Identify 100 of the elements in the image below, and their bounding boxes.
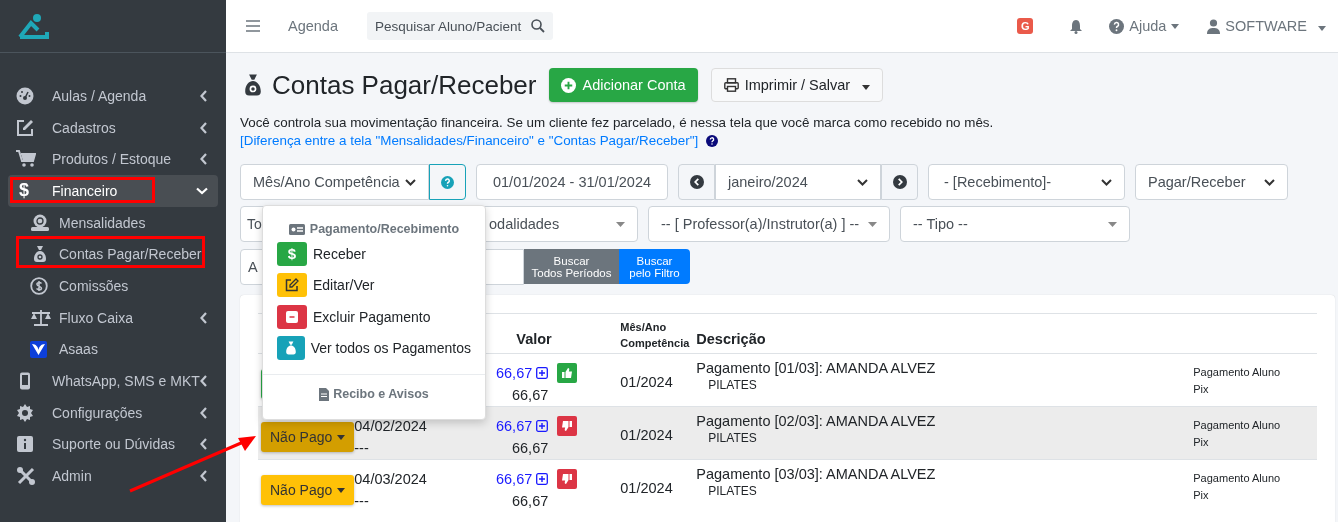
- dashboard-icon: [16, 86, 34, 105]
- caret-icon: [1318, 26, 1326, 31]
- dollar-icon: $: [16, 180, 29, 202]
- payment-note: Pagamento Aluno: [1193, 472, 1281, 484]
- caret-icon: [337, 487, 346, 493]
- amount-link[interactable]: 66,67: [496, 362, 533, 384]
- sidebar-item[interactable]: Asaas: [8, 333, 218, 366]
- caret-icon: [862, 85, 871, 90]
- competence-text: 01/2024: [620, 479, 674, 496]
- printer-icon: [723, 78, 739, 92]
- date-text: 04/03/2024: [354, 471, 427, 487]
- previous-button[interactable]: [678, 164, 715, 200]
- plus-circle-icon: [561, 77, 577, 93]
- thumbs-down-icon[interactable]: [557, 469, 578, 489]
- column-header: Mês/Ano Competência: [620, 313, 697, 354]
- amount-text: 66,67: [512, 492, 549, 511]
- sidebar-item[interactable]: Suporte ou Dúvidas: [8, 428, 218, 461]
- document-icon: [319, 387, 330, 401]
- user-menu[interactable]: SOFTWARE: [1207, 18, 1326, 34]
- chevron-down-icon: [1264, 178, 1275, 186]
- receipt-select[interactable]: - [Recebimento]-: [928, 164, 1125, 200]
- sidebar-item[interactable]: Mensalidades: [8, 206, 218, 239]
- chevron-left-icon: [689, 175, 704, 189]
- sidebar-item[interactable]: Fluxo Caixa: [8, 301, 218, 334]
- search-field[interactable]: Pesquisar Aluno/Pacient: [367, 12, 553, 40]
- sidebar-item[interactable]: Comissões: [8, 270, 218, 302]
- bell-icon[interactable]: [1069, 18, 1084, 34]
- date-range-field[interactable]: 01/01/2024 - 31/01/2024: [476, 164, 668, 200]
- thumbs-up-icon[interactable]: [557, 363, 578, 383]
- search-all-button[interactable]: Buscar Todos Períodos: [524, 249, 619, 284]
- payment-note: Pagamento Aluno: [1193, 366, 1281, 378]
- status-button[interactable]: Não Pago: [261, 475, 355, 505]
- instructor-select[interactable]: -- [ Professor(a)/Instrutor(a) ] --: [648, 206, 890, 242]
- description-text: Pagamento [01/03]: AMANDA ALVEZ: [696, 360, 936, 376]
- help-link[interactable]: [Diferença entre a tela "Mensalidades/Financeiro" e "Contas Pagar/Receber"]: [240, 133, 699, 148]
- menu-footer[interactable]: Recibo e Avisos: [333, 387, 429, 401]
- sidebar-item[interactable]: Cadastros: [8, 111, 218, 144]
- coin-icon: [30, 276, 48, 295]
- month-select[interactable]: janeiro/2024: [715, 164, 881, 200]
- date-text: 04/02/2024: [354, 418, 427, 434]
- search-filter-button[interactable]: Buscar pelo Filtro: [619, 249, 690, 284]
- status-button[interactable]: Não Pago: [261, 422, 355, 452]
- payment-note: Pagamento Aluno: [1193, 419, 1281, 431]
- help-icon: [441, 175, 454, 189]
- amount-text: 66,67: [512, 386, 549, 405]
- modality-text: PILATES: [707, 484, 758, 498]
- column-header: Descrição: [696, 313, 1194, 354]
- dollar-icon: $: [277, 241, 307, 266]
- sidebar-item[interactable]: WhatsApp, SMS e MKT: [8, 365, 218, 397]
- info-icon: [16, 435, 34, 454]
- competence-text: 01/2024: [620, 373, 674, 390]
- menu-item[interactable]: Editar/Ver: [263, 269, 485, 301]
- menu-icon[interactable]: [246, 20, 260, 32]
- page-title: Contas Pagar/Receber: [272, 69, 537, 101]
- thumbs-down-icon[interactable]: [557, 416, 578, 436]
- search-icon[interactable]: [531, 19, 545, 33]
- modality-text: PILATES: [707, 431, 758, 445]
- payment-note: Pix: [1193, 383, 1209, 395]
- help-button[interactable]: [429, 164, 466, 200]
- plus-icon[interactable]: [536, 473, 549, 485]
- help-icon[interactable]: [706, 134, 719, 147]
- edit-icon: [16, 118, 34, 137]
- competence-select[interactable]: Mês/Ano Competência: [240, 164, 429, 200]
- amount-link[interactable]: 66,67: [496, 468, 533, 490]
- sidebar-item[interactable]: Contas Pagar/Receber: [8, 238, 218, 271]
- caret-icon: [337, 434, 346, 440]
- type-select[interactable]: Pagar/Receber: [1135, 164, 1288, 200]
- chevron-right-icon: [892, 175, 907, 189]
- category-select[interactable]: -- Tipo --: [900, 206, 1130, 242]
- sidebar-item[interactable]: Produtos / Estoque: [8, 143, 218, 176]
- description-text: Pagamento [02/03]: AMANDA ALVEZ: [696, 413, 936, 429]
- date-text: ---: [354, 493, 369, 509]
- settings-icon: [16, 403, 34, 422]
- next-button[interactable]: [881, 164, 918, 200]
- payment-note: Pix: [1193, 436, 1209, 448]
- payment-note: Pix: [1193, 489, 1209, 501]
- caret-icon: [868, 221, 877, 227]
- agenda-link[interactable]: Agenda: [288, 18, 338, 34]
- plus-icon[interactable]: [536, 367, 549, 379]
- sidebar-item[interactable]: Admin: [8, 460, 218, 492]
- id-card-icon: [288, 223, 305, 235]
- menu-header: Pagamento/Recebimento: [309, 222, 460, 236]
- amount-link[interactable]: 66,67: [496, 415, 533, 437]
- amount-text: 66,67: [512, 439, 549, 458]
- help-icon: [1109, 18, 1125, 34]
- chevron-down-icon: [857, 178, 868, 186]
- description-text: Pagamento [03/03]: AMANDA ALVEZ: [696, 466, 936, 482]
- caret-icon: [1108, 221, 1117, 227]
- sidebar-item[interactable]: Aulas / Agenda: [8, 80, 218, 112]
- user-icon: [1207, 18, 1221, 34]
- print-button[interactable]: Imprimir / Salvar: [710, 68, 884, 102]
- cart-icon: [16, 150, 36, 169]
- caret-icon: [1171, 23, 1180, 29]
- sidebar-item[interactable]: Configurações: [8, 396, 218, 429]
- chevron-down-icon: [1101, 178, 1112, 186]
- plus-icon[interactable]: [536, 420, 549, 432]
- logo-icon[interactable]: [18, 13, 50, 39]
- chevron-down-icon: [405, 178, 416, 186]
- modality-text: PILATES: [707, 378, 758, 392]
- help-menu[interactable]: Ajuda: [1109, 18, 1180, 34]
